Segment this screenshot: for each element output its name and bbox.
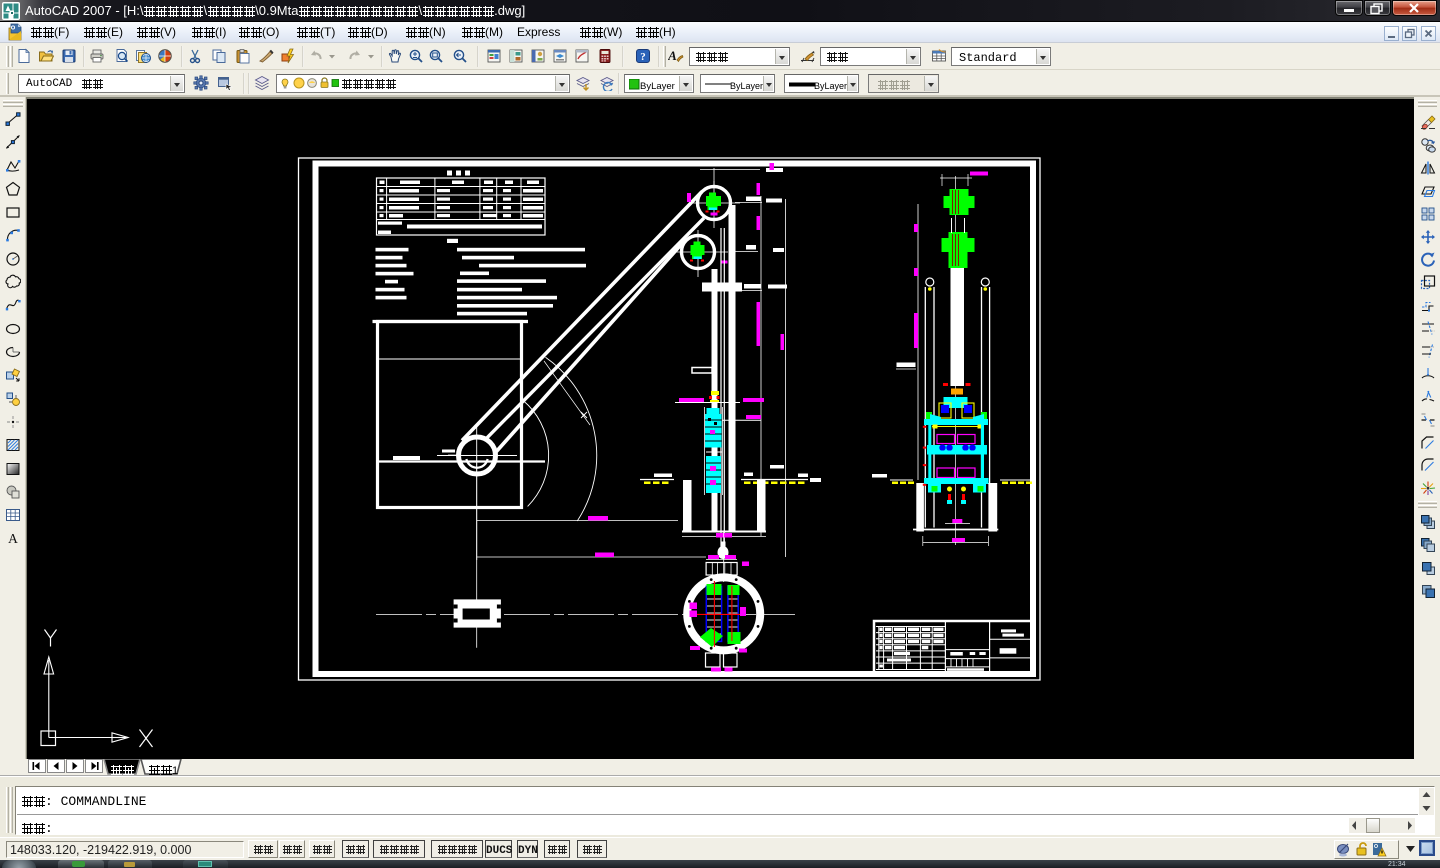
- svg-text:A: A: [8, 531, 18, 546]
- svg-text:A: A: [668, 48, 677, 63]
- svg-text:?: ?: [640, 51, 646, 63]
